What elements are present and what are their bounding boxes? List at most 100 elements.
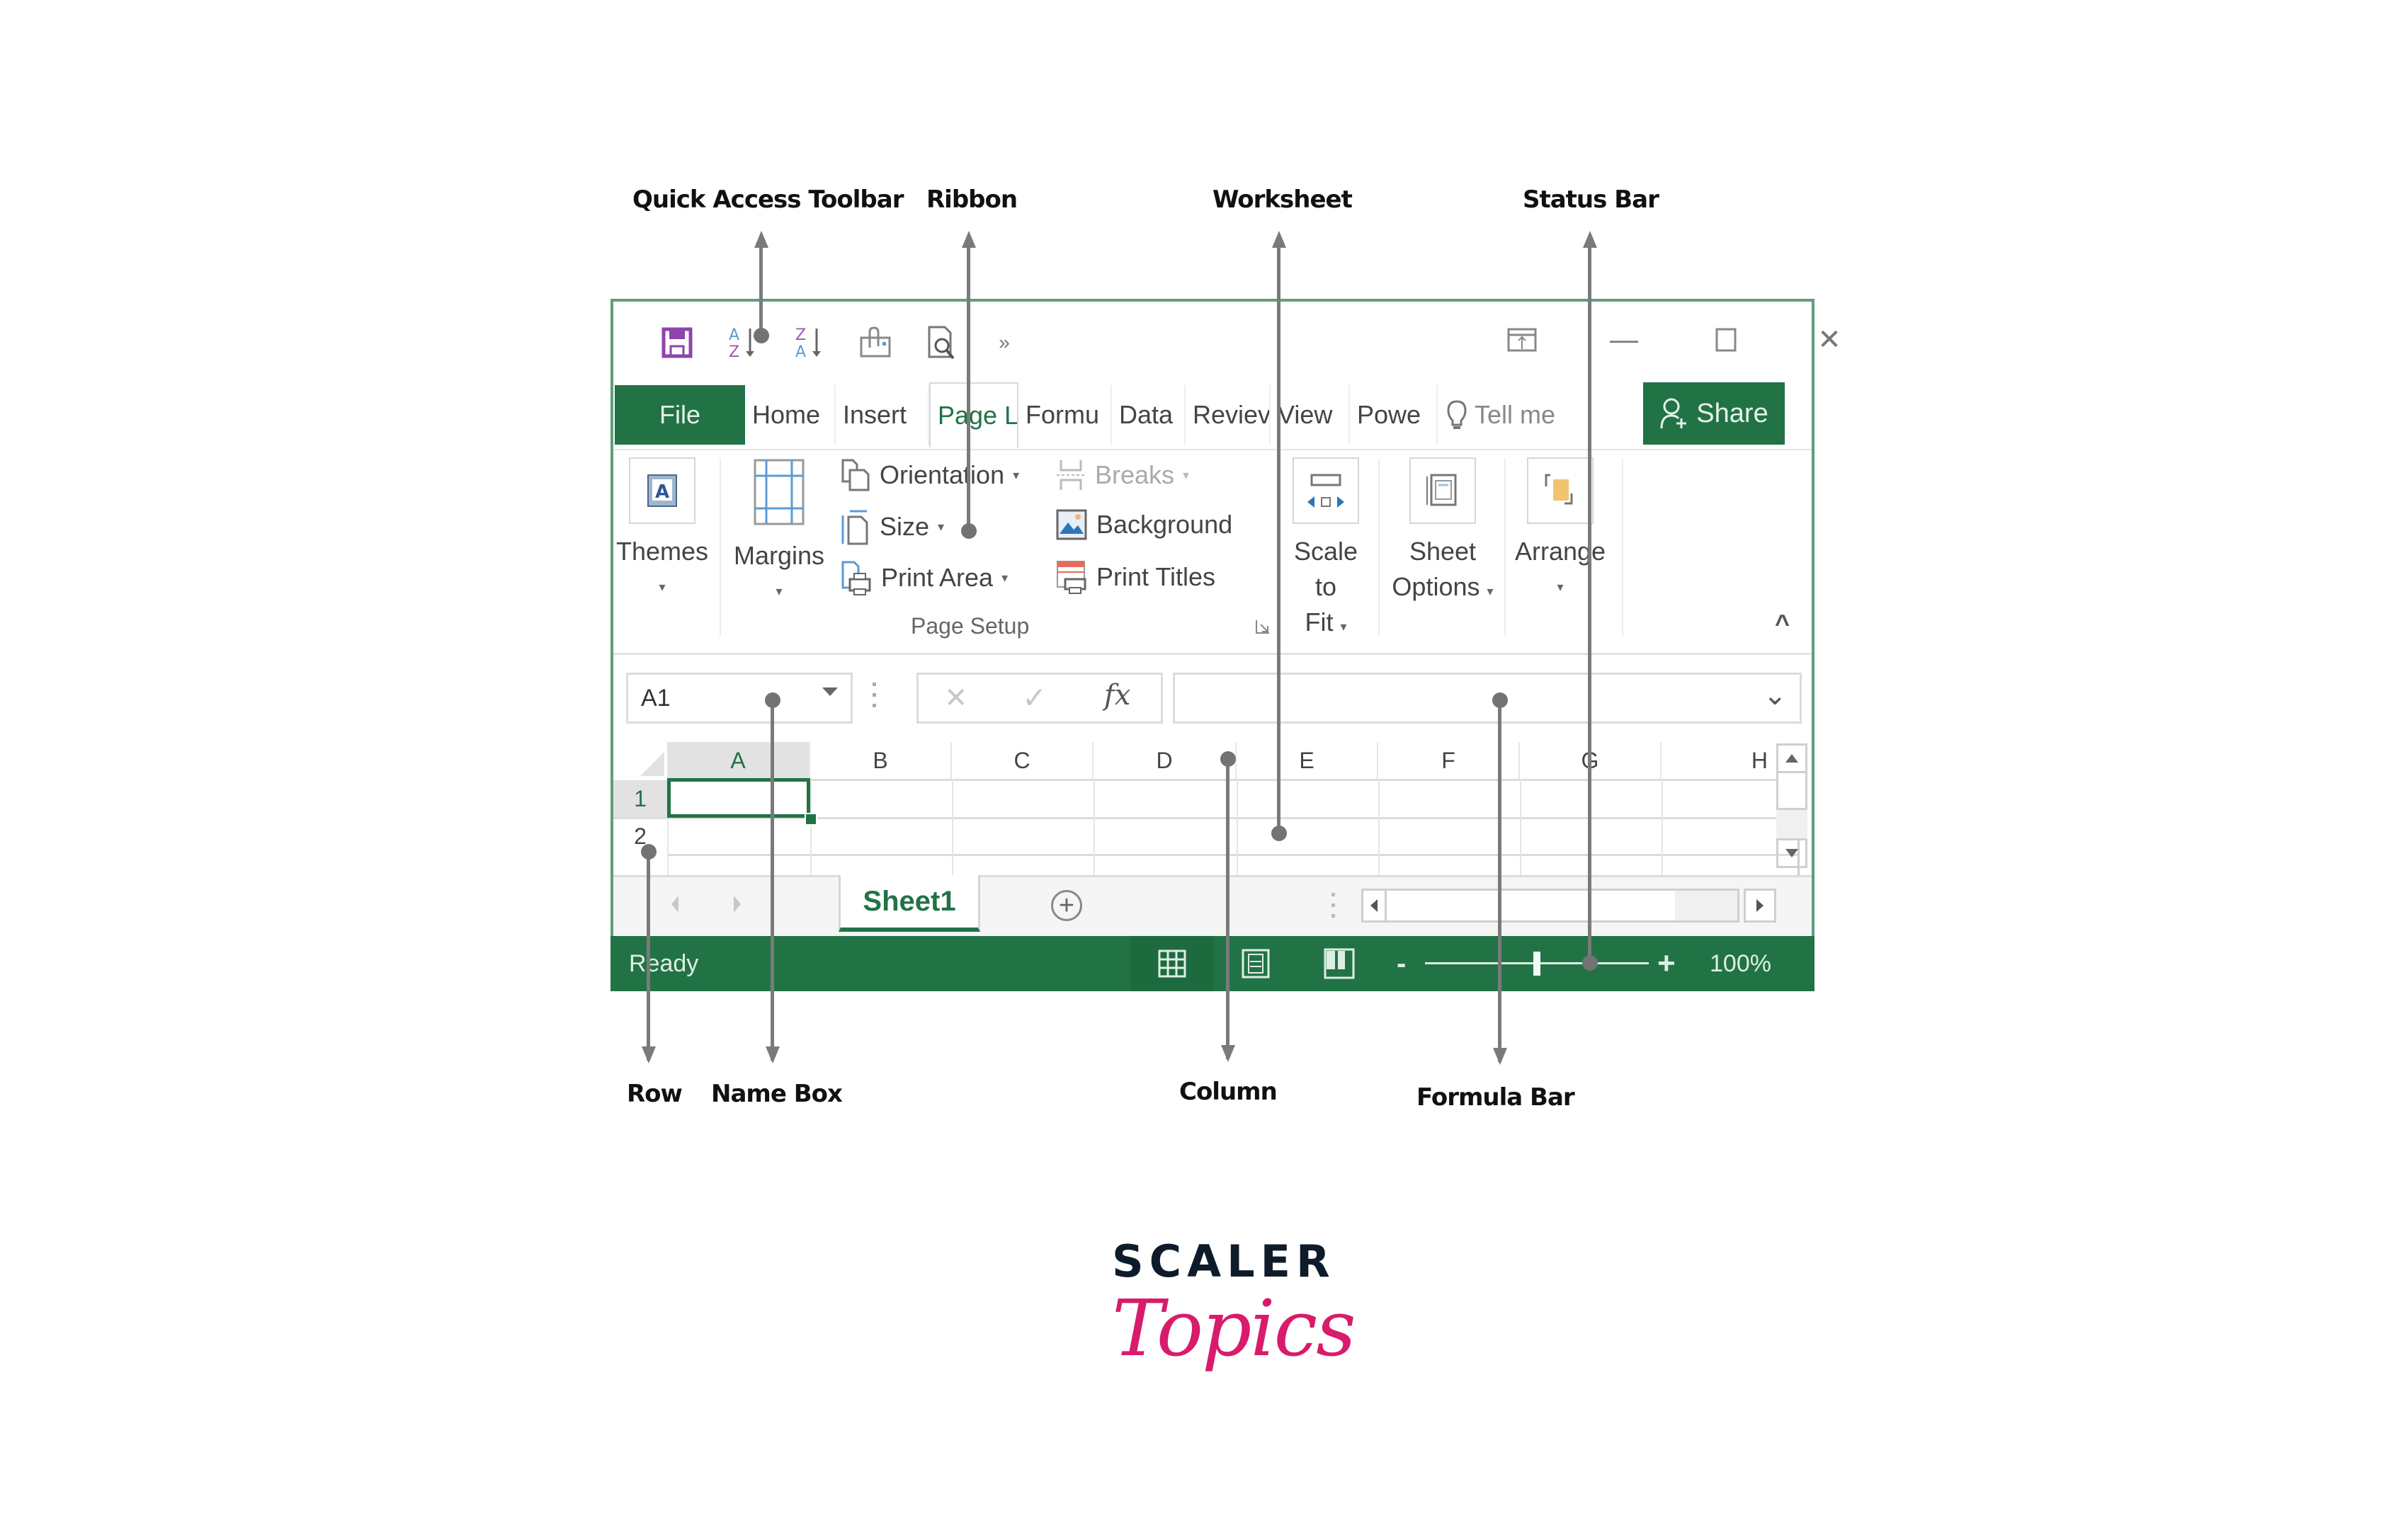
maximize-button[interactable]	[1701, 319, 1751, 361]
normal-view-button[interactable]	[1130, 936, 1214, 991]
print-titles-button[interactable]: Print Titles	[1055, 559, 1215, 595]
name-box-dropdown-icon[interactable]	[822, 687, 838, 696]
svg-text:A: A	[795, 343, 806, 361]
scroll-sheets-left-icon[interactable]	[671, 896, 678, 913]
orientation-caret: ▾	[1013, 467, 1020, 482]
tell-me-search[interactable]: Tell me	[1439, 385, 1581, 445]
gridline	[667, 779, 1798, 781]
print-area-label[interactable]: Print Area	[881, 563, 993, 593]
arrange-button[interactable]: Arrange ▾	[1507, 457, 1613, 605]
selected-cell-a1[interactable]	[667, 778, 810, 818]
ribbon-separator	[720, 459, 721, 636]
collapse-ribbon-button[interactable]: ^	[1775, 609, 1790, 639]
formula-input[interactable]: ⌄	[1173, 673, 1802, 724]
excel-window: AZ ZA » — ✕ File Home Insert Page L Form…	[610, 299, 1841, 991]
sheet-tab-sheet1[interactable]: Sheet1	[839, 875, 980, 932]
more-commands-icon[interactable]: »	[984, 323, 1024, 363]
sheet-options-button[interactable]: Sheet Options ▾	[1390, 457, 1496, 609]
print-area-icon	[841, 561, 871, 595]
themes-button[interactable]: A Themes ▾	[616, 457, 708, 605]
sort-z-to-a-icon[interactable]: ZA	[790, 323, 830, 363]
scroll-thumb[interactable]	[1776, 773, 1807, 810]
breaks-icon	[1057, 460, 1085, 490]
tab-insert[interactable]: Insert	[836, 385, 929, 445]
column-header-d[interactable]: D	[1094, 742, 1237, 779]
save-icon[interactable]	[657, 323, 697, 363]
column-header-a[interactable]: A	[667, 742, 810, 779]
margins-button[interactable]: Margins ▾	[729, 457, 829, 609]
arrange-icon	[1527, 457, 1594, 524]
tell-me-label: Tell me	[1475, 400, 1556, 429]
sheet-options-caret: ▾	[1487, 584, 1494, 598]
ribbon-arrowhead	[962, 231, 976, 248]
formula-bar-grip-icon[interactable]	[873, 683, 877, 714]
zoom-in-button[interactable]: +	[1657, 936, 1676, 991]
enter-icon[interactable]: ✓	[1022, 680, 1047, 715]
worksheet-grid: A B C D E F G H 1 2	[613, 736, 1812, 875]
orientation-button[interactable]: Orientation ▾	[840, 457, 1019, 493]
cancel-icon[interactable]: ✕	[944, 682, 968, 714]
print-area-button[interactable]: Print Area ▾	[840, 559, 1008, 596]
share-button[interactable]: Share	[1643, 382, 1785, 445]
column-header-e[interactable]: E	[1237, 742, 1378, 779]
scroll-right-button[interactable]	[1744, 889, 1776, 923]
ribbon-separator	[1378, 459, 1380, 636]
tab-review[interactable]: Reviev	[1186, 385, 1271, 445]
zoom-out-button[interactable]: -	[1397, 936, 1406, 991]
attach-icon[interactable]	[856, 323, 895, 363]
print-preview-icon[interactable]	[922, 323, 962, 363]
worksheet-callout-dot	[1271, 826, 1287, 841]
fill-handle[interactable]	[805, 813, 817, 826]
status-bar: Ready - + 100%	[610, 936, 1814, 991]
background-button[interactable]: Background	[1055, 508, 1232, 541]
scale-to-fit-button[interactable]: Scale to Fit ▾	[1282, 457, 1370, 644]
scroll-up-button[interactable]	[1776, 743, 1807, 773]
zoom-level[interactable]: 100%	[1710, 936, 1771, 991]
label-column: Column	[1179, 1078, 1278, 1106]
scroll-sheets-right-icon[interactable]	[734, 896, 741, 913]
name-box-callout-line	[771, 700, 774, 1061]
tab-split-grip-icon[interactable]	[1331, 893, 1336, 924]
tab-data[interactable]: Data	[1112, 385, 1186, 445]
close-button[interactable]: ✕	[1805, 319, 1854, 361]
orientation-icon	[841, 459, 870, 491]
share-label: Share	[1696, 398, 1768, 428]
print-titles-icon	[1057, 561, 1086, 594]
expand-formula-bar-icon[interactable]: ⌄	[1763, 679, 1787, 712]
ribbon-display-options-icon[interactable]	[1497, 319, 1547, 361]
column-header-c[interactable]: C	[952, 742, 1094, 779]
row-header-2[interactable]: 2	[613, 818, 667, 854]
tab-page-layout[interactable]: Page L	[929, 382, 1018, 447]
horizontal-scrollbar[interactable]	[1361, 889, 1739, 923]
gridline	[1378, 779, 1380, 875]
select-all-button[interactable]	[640, 752, 664, 776]
tab-power[interactable]: Powe	[1350, 385, 1438, 445]
breaks-button[interactable]: Breaks ▾	[1055, 457, 1189, 493]
name-box[interactable]: A1	[626, 673, 853, 724]
tab-view[interactable]: View	[1271, 385, 1350, 445]
tab-formulas[interactable]: Formu	[1018, 385, 1112, 445]
vertical-scrollbar[interactable]	[1776, 743, 1807, 875]
page-break-preview-button[interactable]	[1297, 936, 1381, 991]
title-bar: AZ ZA » — ✕	[613, 302, 1841, 380]
label-row: Row	[627, 1080, 683, 1108]
column-header-b[interactable]: B	[810, 742, 952, 779]
zoom-slider-thumb[interactable]	[1533, 952, 1540, 976]
ribbon-tabs: File Home Insert Page L Formu Data Revie…	[613, 381, 1812, 449]
name-box-value: A1	[641, 684, 671, 712]
tab-home[interactable]: Home	[745, 385, 836, 445]
new-sheet-button[interactable]: +	[1051, 890, 1082, 921]
size-button[interactable]: Size ▾	[840, 508, 944, 545]
insert-function-icon[interactable]: fx	[1104, 679, 1130, 712]
minimize-button[interactable]: —	[1599, 319, 1649, 361]
scroll-left-button[interactable]	[1363, 891, 1387, 920]
margins-label: Margins	[733, 541, 825, 570]
scroll-down-button[interactable]	[1776, 838, 1807, 868]
formula-buttons: ✕ ✓ fx	[916, 673, 1163, 724]
arrange-label: Arrange	[1514, 537, 1606, 566]
tab-file[interactable]: File	[615, 385, 745, 445]
size-label: Size	[880, 512, 930, 541]
row-header-1[interactable]: 1	[613, 780, 667, 817]
ribbon-callout-dot	[961, 523, 977, 539]
page-setup-dialog-launcher[interactable]	[1255, 619, 1271, 634]
